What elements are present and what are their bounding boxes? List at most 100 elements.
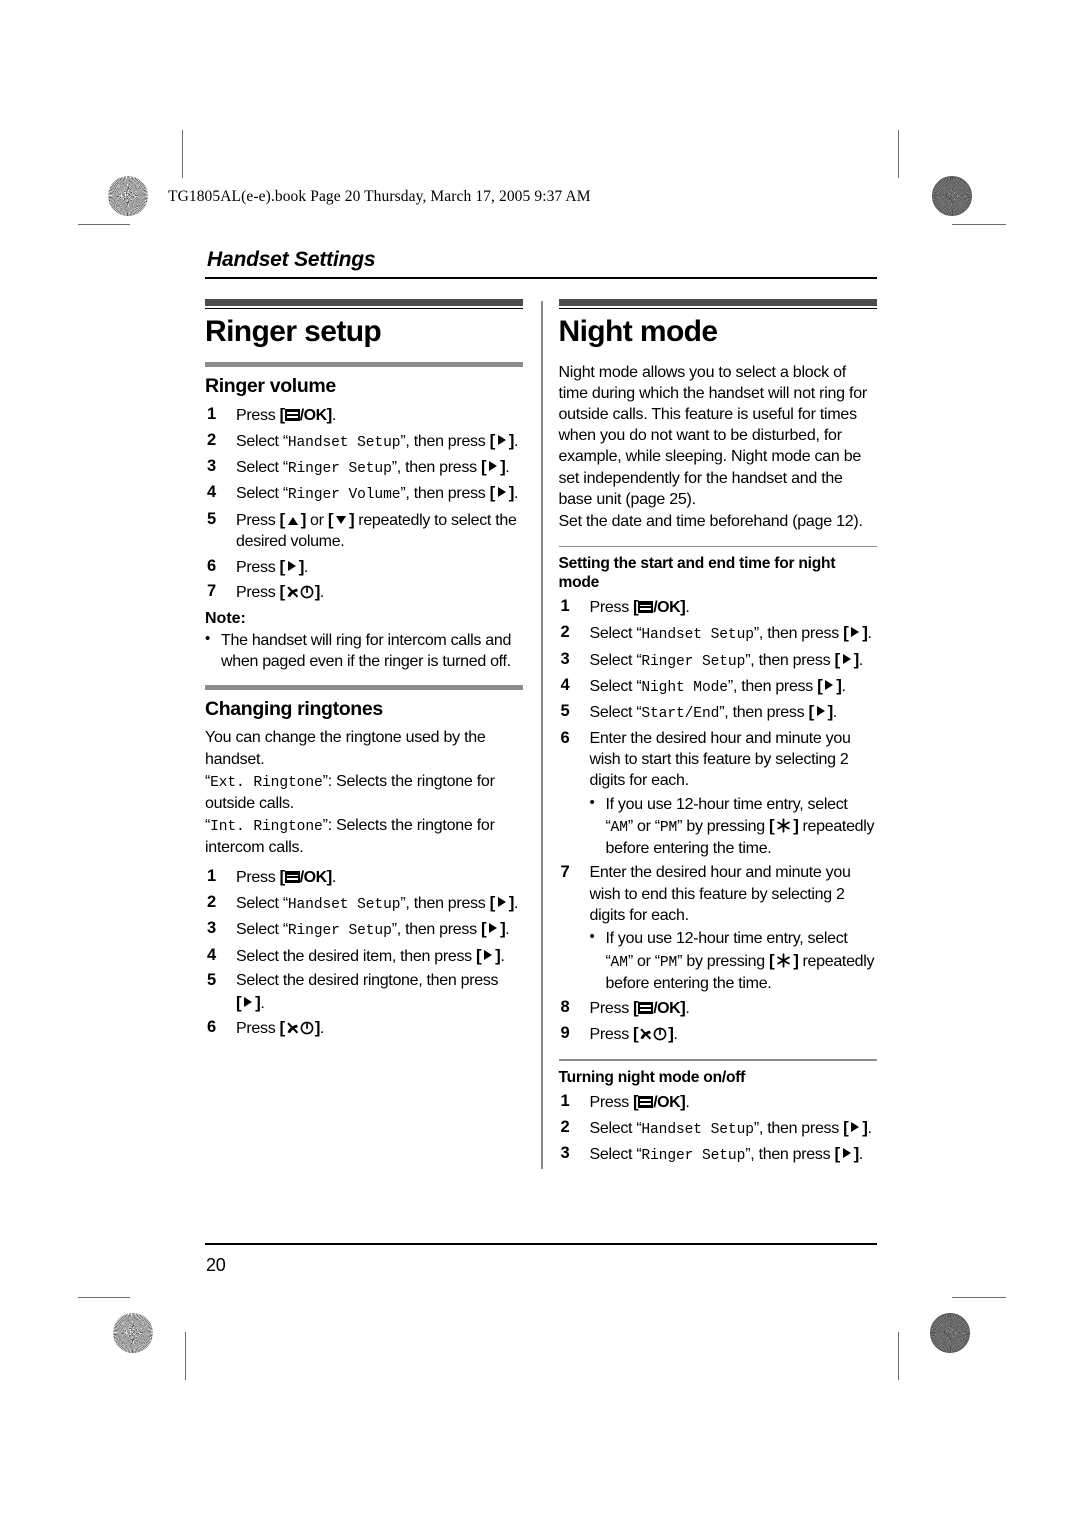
key-arrow-right[interactable]: [] xyxy=(817,676,842,695)
key-arrow-right[interactable]: [] xyxy=(490,483,515,502)
menu-icon xyxy=(284,408,300,421)
phone-off-icon xyxy=(287,585,314,599)
two-column-layout: Ringer setup Ringer volume 1 Press [/OK].… xyxy=(205,298,877,1170)
step-item: 2 Select “Handset Setup”, then press []. xyxy=(560,1117,872,1138)
section-title-ringer-setup: Ringer setup xyxy=(205,315,382,349)
changing-ringtones-steps: 1 Press [/OK]. 2 Select “Handset Setup”, t… xyxy=(205,866,523,1040)
step-number: 7 xyxy=(207,582,216,601)
key-menu-ok[interactable]: [/OK] xyxy=(633,1092,686,1111)
key-star[interactable]: [] xyxy=(769,816,799,835)
menu-string: PM xyxy=(659,954,678,971)
menu-string: Ringer Volume xyxy=(287,487,401,504)
key-arrow-up[interactable]: [] xyxy=(280,510,307,529)
step-item: 2 Select “Handset Setup”, then press []. xyxy=(560,623,872,644)
registration-crosshair-left-upper xyxy=(105,225,151,271)
step-number: 6 xyxy=(207,1018,216,1037)
registration-crosshair-left-lower xyxy=(105,1253,151,1299)
key-arrow-right[interactable]: [] xyxy=(236,993,261,1012)
menu-string: Ext. Ringtone xyxy=(210,774,323,791)
arrow-right-icon xyxy=(851,1121,860,1132)
menu-string: Start/End xyxy=(641,706,720,723)
subsection-changing-ringtones: Changing ringtones xyxy=(205,698,383,721)
key-arrow-right[interactable]: [] xyxy=(843,1118,868,1137)
footer-rule xyxy=(205,1243,877,1245)
trim-line-bottom-left-vertical xyxy=(185,1332,187,1380)
key-menu-ok[interactable]: [/OK] xyxy=(633,597,686,616)
step-item: 1 Press [/OK]. xyxy=(560,597,690,617)
arrow-right-icon xyxy=(497,896,506,907)
asterisk-key-icon xyxy=(777,818,790,833)
turning-on-off-steps: 1 Press [/OK]. 2 Select “Handset Setup”, t… xyxy=(559,1091,877,1166)
chapter-title-rule xyxy=(205,277,877,279)
key-arrow-right[interactable]: [] xyxy=(834,1144,859,1163)
definition-ext-ringtone: “Ext. Ringtone”: Selects the ringtone fo… xyxy=(205,772,495,812)
menu-string: PM xyxy=(659,819,678,836)
menu-string: Ringer Setup xyxy=(287,461,392,477)
arrow-right-icon xyxy=(825,679,834,690)
registration-crosshair-left-middle xyxy=(105,730,151,776)
heading-bar-thin xyxy=(558,308,877,310)
registration-rosette-top-left xyxy=(108,176,148,216)
key-arrow-right[interactable]: [] xyxy=(834,650,859,669)
key-off-hook[interactable]: [] xyxy=(280,582,321,601)
step-number: 2 xyxy=(560,1117,570,1136)
subsubsection-turning-night-mode: Turning night mode on/off xyxy=(558,1069,746,1086)
menu-string: AM xyxy=(610,954,628,971)
ringer-volume-notes: The handset will ring for intercom calls… xyxy=(205,629,523,673)
menu-icon xyxy=(638,601,654,614)
step-number: 6 xyxy=(560,728,570,747)
key-arrow-down[interactable]: [] xyxy=(328,510,355,529)
step-number: 9 xyxy=(560,1023,570,1042)
page-number: 20 xyxy=(206,1255,226,1275)
phone-off-icon xyxy=(287,1021,314,1035)
key-arrow-right[interactable]: [] xyxy=(808,702,833,721)
menu-string: Int. Ringtone xyxy=(210,819,323,836)
key-off-hook[interactable]: [] xyxy=(633,1024,674,1043)
trim-line-bottom-right-vertical xyxy=(898,1332,900,1380)
step-item: 3 Select “Ringer Setup”, then press []. xyxy=(207,919,510,940)
key-arrow-right[interactable]: [] xyxy=(481,919,506,938)
step-number: 5 xyxy=(207,971,216,990)
key-menu-ok[interactable]: [/OK] xyxy=(633,998,686,1017)
step-number: 8 xyxy=(560,998,570,1017)
note-item: If you use 12-hour time entry, select “A… xyxy=(590,927,877,994)
step-number: 3 xyxy=(207,457,216,475)
key-arrow-right[interactable]: [] xyxy=(843,623,868,642)
registration-crosshair-right-middle xyxy=(928,730,974,776)
note-item: The handset will ring for intercom calls… xyxy=(205,629,523,673)
registration-rosette-top-right xyxy=(932,176,972,216)
step-item: 3 Select “Ringer Setup”, then press []. xyxy=(560,649,864,670)
step-number: 7 xyxy=(560,863,570,882)
changing-ringtones-heading-bar xyxy=(205,685,523,691)
key-arrow-right[interactable]: [] xyxy=(490,893,515,912)
menu-string: Handset Setup xyxy=(641,1121,754,1138)
step-number: 2 xyxy=(207,892,216,911)
step-item: 4 Select “Night Mode”, then press []. xyxy=(560,675,846,696)
note-item: If you use 12-hour time entry, select “A… xyxy=(590,793,877,860)
chapter-title: Handset Settings xyxy=(207,248,376,271)
key-arrow-right[interactable]: [] xyxy=(476,946,501,965)
key-arrow-right[interactable]: [] xyxy=(280,557,305,576)
key-arrow-right[interactable]: [] xyxy=(490,431,515,450)
arrow-right-icon xyxy=(497,487,506,498)
key-arrow-right[interactable]: [] xyxy=(481,457,506,476)
menu-string: Handset Setup xyxy=(287,434,401,451)
arrow-right-icon xyxy=(816,706,825,717)
step-number: 1 xyxy=(207,867,216,886)
arrow-down-icon xyxy=(335,515,346,524)
print-file-header: TG1805AL(e-e).book Page 20 Thursday, Mar… xyxy=(168,188,591,205)
left-column: Ringer setup Ringer volume 1 Press [/OK].… xyxy=(205,298,541,1170)
arrow-right-icon xyxy=(851,627,860,638)
subsubsection-start-end-time: Setting the start and end time for night… xyxy=(558,555,836,592)
menu-string: Ringer Setup xyxy=(641,1148,746,1165)
step-item: 1 Press [/OK]. xyxy=(207,867,336,887)
key-off-hook[interactable]: [] xyxy=(280,1018,321,1037)
step-item: 7 Press []. xyxy=(207,582,325,602)
menu-string: Night Mode xyxy=(641,679,728,696)
key-menu-ok[interactable]: [/OK] xyxy=(280,405,333,424)
key-menu-ok[interactable]: [/OK] xyxy=(280,867,333,886)
menu-string: AM xyxy=(610,819,628,836)
menu-string: Ringer Setup xyxy=(287,923,392,940)
key-star[interactable]: [] xyxy=(769,951,799,970)
right-column: Night mode Night mode allows you to sele… xyxy=(558,298,877,1170)
